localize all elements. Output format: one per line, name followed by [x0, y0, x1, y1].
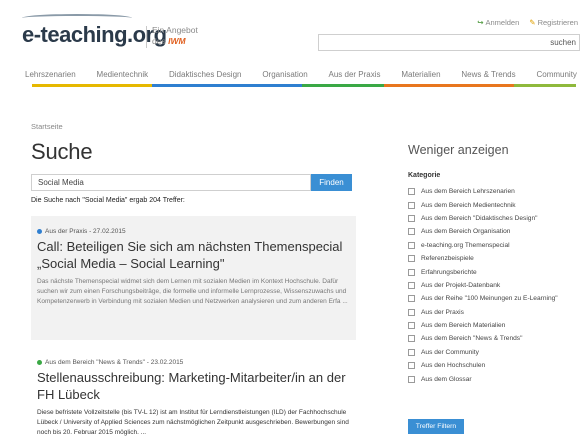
checkbox[interactable] [408, 281, 415, 289]
category-label: Aus der Praxis [421, 308, 464, 316]
category-item[interactable]: Aus der Projekt-Datenbank [408, 279, 558, 292]
filter-results-button[interactable]: Treffer Filtern [408, 419, 464, 434]
category-item[interactable]: Aus der Praxis [408, 306, 558, 319]
category-label: Aus dem Bereich Lehrszenarien [421, 188, 515, 196]
checkbox[interactable] [408, 188, 415, 196]
nav-color-bar [514, 84, 576, 87]
category-item[interactable]: Aus dem Bereich Organisation [408, 225, 558, 238]
checkbox[interactable] [408, 268, 415, 276]
category-item[interactable]: Aus dem Bereich Medientechnik [408, 198, 558, 211]
checkbox[interactable] [408, 295, 415, 303]
category-item[interactable]: Aus dem Bereich Materialien [408, 319, 558, 332]
checkbox[interactable] [408, 308, 415, 316]
nav-color-bar [32, 84, 152, 87]
category-label: Aus der Reihe "100 Meinungen zu E-Learni… [421, 295, 558, 303]
iwm-logo[interactable]: IWM [168, 36, 185, 46]
result-title[interactable]: Call: Beteiligen Sie sich am nächsten Th… [37, 238, 350, 272]
checkbox[interactable] [408, 375, 415, 383]
checkbox[interactable] [408, 228, 415, 236]
category-item[interactable]: Aus dem Bereich "News & Trends" [408, 332, 558, 345]
category-item[interactable]: Aus den Hochschulen [408, 359, 558, 372]
nav-item-lehrszenarien[interactable]: Lehrszenarien [25, 70, 76, 79]
category-label: Aus dem Glossar [421, 375, 472, 383]
result-snippet: Das nächste Themenspecial widmet sich de… [37, 278, 348, 305]
category-label: Aus der Community [421, 348, 479, 356]
category-item[interactable]: Aus der Reihe "100 Meinungen zu E-Learni… [408, 292, 558, 305]
result-title[interactable]: Stellenausschreibung: Marketing-Mitarbei… [37, 369, 350, 403]
nav-item-news-trends[interactable]: News & Trends [461, 70, 515, 79]
nav-item-organisation[interactable]: Organisation [262, 70, 307, 79]
result-snippet: Diese befristete Vollzeitstelle (bis TV-… [37, 409, 349, 436]
result-meta-text: Aus der Praxis - 27.02.2015 [45, 228, 126, 235]
main-nav: Lehrszenarien Medientechnik Didaktisches… [25, 70, 577, 79]
nav-item-didaktisches-design[interactable]: Didaktisches Design [169, 70, 241, 79]
category-item[interactable]: e-teaching.org Themenspecial [408, 239, 558, 252]
header-search-input[interactable] [318, 34, 580, 51]
checkbox[interactable] [408, 241, 415, 249]
nav-item-medientechnik[interactable]: Medientechnik [97, 70, 149, 79]
register-link[interactable]: ✎ Registrieren [529, 18, 578, 27]
checkbox[interactable] [408, 348, 415, 356]
nav-item-community[interactable]: Community [536, 70, 576, 79]
checkbox[interactable] [408, 255, 415, 263]
category-label: Aus den Hochschulen [421, 362, 486, 370]
category-label: Aus dem Bereich Organisation [421, 228, 511, 236]
angebot-text: Ein Angebot des IWM [152, 25, 198, 47]
category-dot [37, 229, 42, 234]
angebot-line: Ein Angebot [152, 25, 198, 35]
category-item[interactable]: Erfahrungsberichte [408, 265, 558, 278]
login-label: Anmelden [485, 18, 520, 27]
category-label: Aus dem Bereich "News & Trends" [421, 335, 523, 343]
result-count: Die Suche nach "Social Media" ergab 204 … [31, 197, 185, 204]
nav-item-materialien[interactable]: Materialien [401, 70, 440, 79]
nav-color-bar [302, 84, 384, 87]
category-label: e-teaching.org Themenspecial [421, 241, 510, 249]
category-label: Referenzbeispiele [421, 255, 474, 263]
top-links: ↪ Anmelden ✎ Registrieren [477, 18, 578, 27]
category-item[interactable]: Aus dem Bereich "Didaktisches Design" [408, 212, 558, 225]
search-input[interactable]: Social Media [31, 174, 311, 191]
category-item[interactable]: Aus dem Glossar [408, 372, 558, 385]
category-label: Aus der Projekt-Datenbank [421, 281, 501, 289]
nav-color-bar [152, 84, 302, 87]
result-meta: Aus der Praxis - 27.02.2015 [37, 228, 350, 235]
result-meta: Aus dem Bereich "News & Trends" - 23.02.… [37, 359, 350, 366]
show-less-toggle[interactable]: Weniger anzeigen [408, 143, 509, 157]
checkbox[interactable] [408, 322, 415, 330]
logo-swoosh [22, 14, 132, 22]
category-label: Aus dem Bereich Materialien [421, 322, 506, 330]
nav-color-bar [384, 84, 514, 87]
checkbox[interactable] [408, 362, 415, 370]
category-item[interactable]: Aus dem Bereich Lehrszenarien [408, 185, 558, 198]
breadcrumb[interactable]: Startseite [31, 122, 63, 131]
checkbox[interactable] [408, 201, 415, 209]
header-search-button[interactable]: suchen [550, 38, 576, 47]
angebot-prefix: des [152, 36, 166, 46]
login-icon: ↪ [477, 18, 484, 27]
search-result[interactable]: Aus der Praxis - 27.02.2015 Call: Beteil… [31, 216, 356, 340]
register-label: Registrieren [537, 18, 578, 27]
site-logo[interactable]: e-teaching.org [22, 22, 167, 48]
category-dot [37, 360, 42, 365]
result-meta-text: Aus dem Bereich "News & Trends" - 23.02.… [45, 359, 184, 366]
nav-item-aus-der-praxis[interactable]: Aus der Praxis [329, 70, 381, 79]
login-link[interactable]: ↪ Anmelden [477, 18, 519, 27]
category-item[interactable]: Aus der Community [408, 346, 558, 359]
logo-divider [146, 26, 147, 48]
page-title: Suche [31, 139, 93, 164]
category-item[interactable]: Referenzbeispiele [408, 252, 558, 265]
search-result[interactable]: Aus dem Bereich "News & Trends" - 23.02.… [31, 347, 356, 436]
checkbox[interactable] [408, 335, 415, 343]
find-button[interactable]: Finden [311, 174, 352, 191]
category-heading: Kategorie [408, 172, 441, 179]
category-label: Aus dem Bereich Medientechnik [421, 201, 516, 209]
category-label: Erfahrungsberichte [421, 268, 477, 276]
checkbox[interactable] [408, 214, 415, 222]
category-list: Aus dem Bereich Lehrszenarien Aus dem Be… [408, 185, 558, 386]
pencil-icon: ✎ [529, 18, 536, 27]
category-label: Aus dem Bereich "Didaktisches Design" [421, 214, 538, 222]
angebot-line2: des IWM [152, 36, 198, 47]
